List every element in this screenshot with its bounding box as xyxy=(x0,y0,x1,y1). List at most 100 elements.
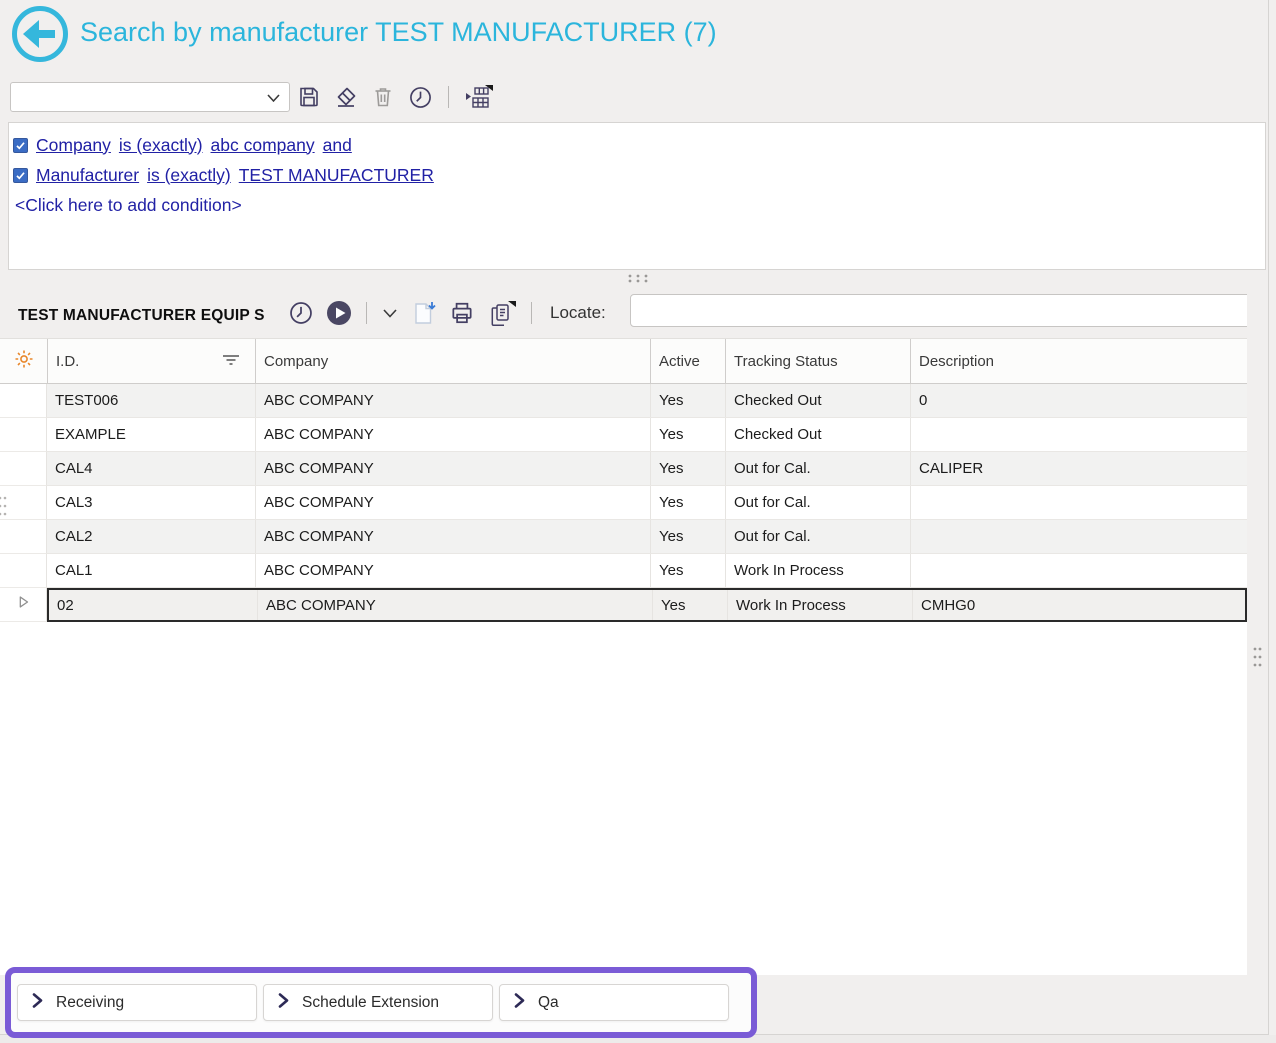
condition-value-link[interactable]: TEST MANUFACTURER xyxy=(239,165,434,186)
select-all-header[interactable] xyxy=(0,339,47,383)
cell-company[interactable]: ABC COMPANY xyxy=(255,486,650,519)
cell-tracking-status[interactable]: Out for Cal. xyxy=(725,486,910,519)
quick-links-highlight-box: Receiving Schedule Extension Qa xyxy=(5,967,757,1038)
cell-description[interactable] xyxy=(910,520,1247,553)
table-row[interactable]: CAL4 ABC COMPANY Yes Out for Cal. CALIPE… xyxy=(0,452,1247,486)
history-icon[interactable] xyxy=(288,300,314,326)
cell-active[interactable]: Yes xyxy=(652,590,727,620)
equipment-table: I.D. Company Active Tracking Status Desc… xyxy=(0,338,1247,622)
condition-field-link[interactable]: Company xyxy=(36,135,111,156)
import-page-icon[interactable] xyxy=(411,300,437,326)
cell-id[interactable]: CAL3 xyxy=(47,486,255,519)
column-header-id[interactable]: I.D. xyxy=(47,339,255,383)
cell-active[interactable]: Yes xyxy=(650,384,725,417)
cell-company[interactable]: ABC COMPANY xyxy=(255,452,650,485)
table-row[interactable]: CAL2 ABC COMPANY Yes Out for Cal. xyxy=(0,520,1247,554)
cell-active[interactable]: Yes xyxy=(650,520,725,553)
cell-active[interactable]: Yes xyxy=(650,486,725,519)
search-conditions-panel: Company is (exactly) abc company and Man… xyxy=(8,122,1266,270)
condition-conjunction-link[interactable]: and xyxy=(323,135,352,156)
row-selector-cell[interactable] xyxy=(0,452,47,486)
row-selector-cell[interactable] xyxy=(0,554,47,588)
toolbar-separator xyxy=(448,86,449,108)
chevron-down-icon[interactable] xyxy=(381,306,399,320)
condition-field-link[interactable]: Manufacturer xyxy=(36,165,139,186)
cell-id[interactable]: CAL2 xyxy=(47,520,255,553)
horizontal-splitter-grip[interactable] xyxy=(626,272,650,290)
cell-description[interactable] xyxy=(910,554,1247,587)
cell-company[interactable]: ABC COMPANY xyxy=(255,384,650,417)
restructure-grid-icon[interactable] xyxy=(464,84,494,110)
table-row[interactable]: CAL1 ABC COMPANY Yes Work In Process xyxy=(0,554,1247,588)
row-selector-cell[interactable] xyxy=(0,588,47,622)
qa-button[interactable]: Qa xyxy=(499,984,729,1021)
cell-tracking-status[interactable]: Checked Out xyxy=(725,384,910,417)
eraser-icon[interactable] xyxy=(334,85,358,109)
condition-value-link[interactable]: abc company xyxy=(211,135,315,156)
cell-id[interactable]: CAL4 xyxy=(47,452,255,485)
cell-active[interactable]: Yes xyxy=(650,452,725,485)
cell-description[interactable]: CALIPER xyxy=(910,452,1247,485)
save-icon[interactable] xyxy=(297,85,321,109)
table-row[interactable]: TEST006 ABC COMPANY Yes Checked Out 0 xyxy=(0,384,1247,418)
cell-company[interactable]: ABC COMPANY xyxy=(257,590,652,620)
column-header-active[interactable]: Active xyxy=(650,339,725,383)
trash-icon[interactable] xyxy=(371,85,395,109)
schedule-extension-button[interactable]: Schedule Extension xyxy=(263,984,493,1021)
vertical-splitter-grip[interactable] xyxy=(1251,645,1264,674)
column-header-tracking-status[interactable]: Tracking Status xyxy=(725,339,910,383)
saved-search-combobox[interactable] xyxy=(10,82,290,112)
page-title: Search by manufacturer TEST MANUFACTURER… xyxy=(80,17,717,48)
cell-description[interactable] xyxy=(910,486,1247,519)
cell-description[interactable]: CMHG0 xyxy=(912,590,1245,620)
column-header-company[interactable]: Company xyxy=(255,339,650,383)
cell-description[interactable] xyxy=(910,418,1247,451)
history-icon[interactable] xyxy=(408,85,433,110)
table-row-selected[interactable]: 02 ABC COMPANY Yes Work In Process CMHG0 xyxy=(0,588,1247,622)
cell-company[interactable]: ABC COMPANY xyxy=(255,554,650,587)
cell-tracking-status[interactable]: Out for Cal. xyxy=(725,452,910,485)
condition-operator-link[interactable]: is (exactly) xyxy=(147,165,231,186)
cell-tracking-status[interactable]: Out for Cal. xyxy=(725,520,910,553)
locate-input[interactable] xyxy=(630,294,1266,327)
row-selector-cell[interactable] xyxy=(0,384,47,418)
row-selector-cell[interactable] xyxy=(0,520,47,554)
chevron-right-icon xyxy=(512,992,526,1014)
cell-id[interactable]: EXAMPLE xyxy=(47,418,255,451)
print-icon[interactable] xyxy=(449,300,475,326)
cell-id[interactable]: CAL1 xyxy=(47,554,255,587)
add-condition-link[interactable]: <Click here to add condition> xyxy=(13,195,242,216)
cell-tracking-status[interactable]: Checked Out xyxy=(725,418,910,451)
row-selector-cell[interactable] xyxy=(0,418,47,452)
cell-tracking-status[interactable]: Work In Process xyxy=(727,590,912,620)
left-splitter-grip[interactable] xyxy=(0,494,9,523)
condition-row: Manufacturer is (exactly) TEST MANUFACTU… xyxy=(13,160,1261,190)
back-button[interactable] xyxy=(10,4,70,64)
cell-id[interactable]: 02 xyxy=(49,590,257,620)
condition-checkbox[interactable] xyxy=(13,168,28,183)
table-row[interactable]: EXAMPLE ABC COMPANY Yes Checked Out xyxy=(0,418,1247,452)
cell-active[interactable]: Yes xyxy=(650,418,725,451)
cell-company[interactable]: ABC COMPANY xyxy=(255,418,650,451)
column-header-description[interactable]: Description xyxy=(910,339,1247,383)
table-row[interactable]: CAL3 ABC COMPANY Yes Out for Cal. xyxy=(0,486,1247,520)
condition-row: Company is (exactly) abc company and xyxy=(13,130,1261,160)
saved-search-input[interactable] xyxy=(17,85,257,109)
cell-company[interactable]: ABC COMPANY xyxy=(255,520,650,553)
chevron-down-icon[interactable] xyxy=(266,91,281,109)
grid-title: TEST MANUFACTURER EQUIP S xyxy=(18,307,265,325)
copy-icon[interactable] xyxy=(487,300,517,327)
column-header-label: I.D. xyxy=(56,353,79,370)
condition-operator-link[interactable]: is (exactly) xyxy=(119,135,203,156)
quick-link-label: Receiving xyxy=(56,994,124,1012)
quick-link-label: Qa xyxy=(538,994,559,1012)
run-icon[interactable] xyxy=(326,300,352,326)
cell-description[interactable]: 0 xyxy=(910,384,1247,417)
cell-active[interactable]: Yes xyxy=(650,554,725,587)
quick-link-label: Schedule Extension xyxy=(302,994,439,1012)
receiving-button[interactable]: Receiving xyxy=(17,984,257,1021)
condition-checkbox[interactable] xyxy=(13,138,28,153)
filter-icon[interactable] xyxy=(221,352,241,371)
cell-tracking-status[interactable]: Work In Process xyxy=(725,554,910,587)
cell-id[interactable]: TEST006 xyxy=(47,384,255,417)
